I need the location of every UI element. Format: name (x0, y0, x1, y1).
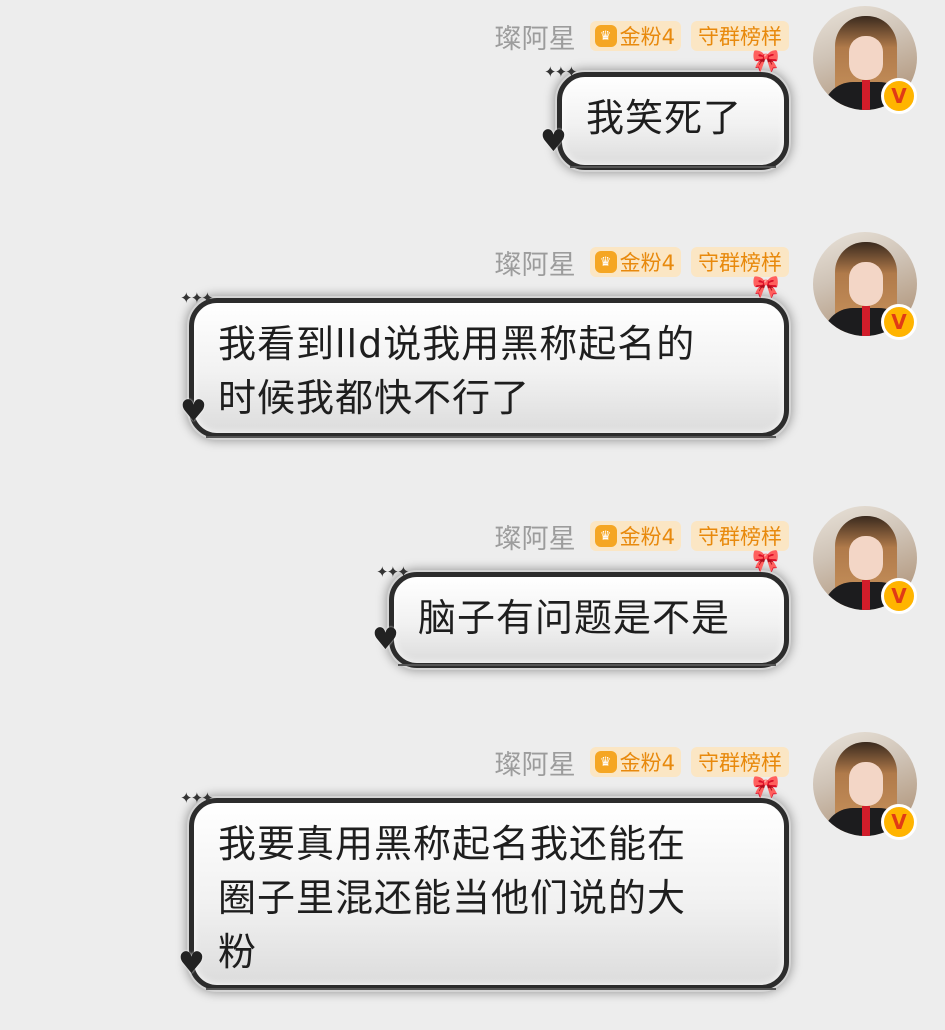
fan-level-badge[interactable]: ♛ 金粉4 (589, 21, 681, 51)
heart-icon: ♥ (540, 124, 567, 159)
group-role-badge[interactable]: 守群榜样 (691, 747, 789, 777)
message-header: 璨阿星 ♛ 金粉4 守群榜样 (495, 16, 789, 56)
message-bubble[interactable]: 我笑死了 (557, 72, 789, 170)
message-header: 璨阿星 ♛ 金粉4 守群榜样 (495, 242, 789, 282)
message-text: 我笑死了 (586, 96, 743, 140)
sparkle-icon: ✦✦✦ (180, 289, 214, 307)
chat-message: 璨阿星 ♛ 金粉4 守群榜样 V 脑子有问题是不是 ✦✦✦ 🎀 ♥ (0, 506, 945, 676)
decor-line (398, 664, 776, 666)
message-text: 脑子有问题是不是 (418, 596, 731, 640)
message-bubble[interactable]: 我要真用黑称起名我还能在 圈子里混还能当他们说的大 粉 (189, 798, 789, 990)
message-header: 璨阿星 ♛ 金粉4 守群榜样 (495, 516, 789, 556)
decor-line (570, 166, 776, 168)
group-role-badge[interactable]: 守群榜样 (691, 21, 789, 51)
message-bubble[interactable]: 脑子有问题是不是 (389, 572, 789, 668)
crown-pentagon-icon: ♛ (594, 25, 617, 47)
heart-icon: ♥ (180, 394, 207, 429)
heart-icon: ♥ (178, 946, 205, 981)
sender-name[interactable]: 璨阿星 (495, 517, 576, 556)
verified-v-icon: V (881, 804, 917, 840)
bow-icon: 🎀 (752, 775, 780, 800)
sparkle-icon: ✦✦✦ (544, 63, 578, 81)
sender-name[interactable]: 璨阿星 (495, 17, 576, 56)
crown-pentagon-icon: ♛ (594, 751, 617, 773)
fan-level-badge[interactable]: ♛ 金粉4 (589, 247, 681, 277)
verified-v-icon: V (881, 78, 917, 114)
fan-level-label: 金粉4 (619, 251, 675, 275)
verified-v-icon: V (881, 578, 917, 614)
fan-level-badge[interactable]: ♛ 金粉4 (589, 521, 681, 551)
fan-level-label: 金粉4 (619, 525, 675, 549)
message-text: 我看到lld说我用黑称起名的 时候我都快不行了 (218, 322, 696, 420)
sparkle-icon: ✦✦✦ (180, 789, 214, 807)
decor-line (206, 988, 776, 990)
crown-pentagon-icon: ♛ (594, 525, 617, 547)
verified-v-icon: V (881, 304, 917, 340)
chat-message: 璨阿星 ♛ 金粉4 守群榜样 V 我笑死了 ✦✦✦ 🎀 ♥ (0, 6, 945, 176)
message-header: 璨阿星 ♛ 金粉4 守群榜样 (495, 742, 789, 782)
bow-icon: 🎀 (752, 275, 780, 300)
decor-line (206, 436, 776, 438)
chat-message: 璨阿星 ♛ 金粉4 守群榜样 V 我看到lld说我用黑称起名的 时候我都快不行了… (0, 232, 945, 452)
sparkle-icon: ✦✦✦ (376, 563, 410, 581)
chat-view: 璨阿星 ♛ 金粉4 守群榜样 V 我笑死了 ✦✦✦ 🎀 ♥ 璨阿星 ♛ 金粉4 … (0, 0, 945, 1030)
chat-message: 璨阿星 ♛ 金粉4 守群榜样 V 我要真用黑称起名我还能在 圈子里混还能当他们说… (0, 732, 945, 1012)
message-text: 我要真用黑称起名我还能在 圈子里混还能当他们说的大 粉 (218, 822, 687, 974)
sender-name[interactable]: 璨阿星 (495, 743, 576, 782)
heart-icon: ♥ (372, 622, 399, 657)
fan-level-label: 金粉4 (619, 25, 675, 49)
group-role-badge[interactable]: 守群榜样 (691, 521, 789, 551)
crown-pentagon-icon: ♛ (594, 251, 617, 273)
message-bubble[interactable]: 我看到lld说我用黑称起名的 时候我都快不行了 (189, 298, 789, 438)
bow-icon: 🎀 (752, 549, 780, 574)
sender-name[interactable]: 璨阿星 (495, 243, 576, 282)
fan-level-label: 金粉4 (619, 751, 675, 775)
fan-level-badge[interactable]: ♛ 金粉4 (589, 747, 681, 777)
group-role-badge[interactable]: 守群榜样 (691, 247, 789, 277)
bow-icon: 🎀 (752, 49, 780, 74)
